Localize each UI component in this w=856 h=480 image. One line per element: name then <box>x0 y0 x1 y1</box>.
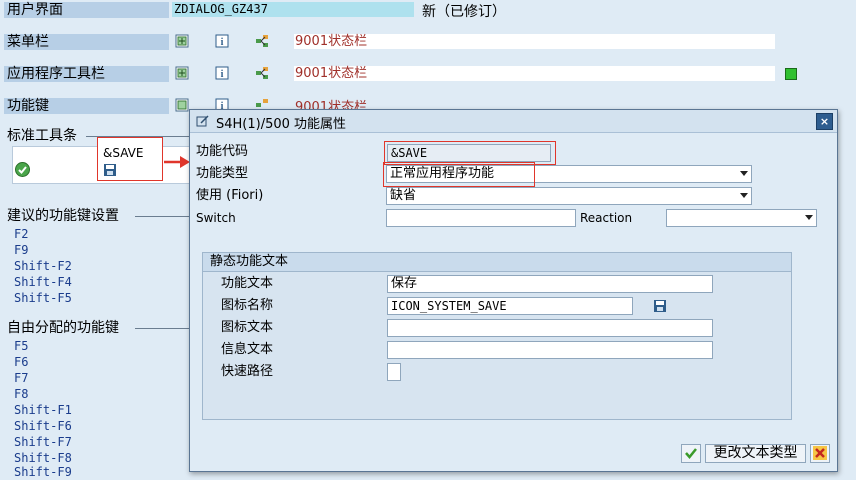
cancel-icon <box>813 446 827 460</box>
active-status-indicator <box>785 68 797 80</box>
recommended-key[interactable]: Shift-F4 <box>14 275 72 290</box>
usage-dropdown[interactable]: 缺省 <box>386 187 752 205</box>
save-function-cell[interactable]: &SAVE <box>97 137 163 181</box>
check-icon <box>685 448 697 459</box>
icon-name-field[interactable]: ICON_SYSTEM_SAVE <box>387 297 633 315</box>
display-icon[interactable] <box>175 34 189 48</box>
status-text: 新（已修订） <box>422 4 506 20</box>
chevron-down-icon[interactable] <box>805 215 813 220</box>
switch-label: Switch <box>196 211 236 225</box>
menu-bar-status[interactable]: 9001状态栏 <box>294 34 775 49</box>
free-key[interactable]: Shift-F7 <box>14 435 72 450</box>
confirm-button[interactable] <box>681 444 701 463</box>
info-icon[interactable]: i <box>215 66 229 80</box>
arrow-right-icon <box>164 156 190 168</box>
hierarchy-icon[interactable] <box>255 66 269 80</box>
function-text-label: 功能文本 <box>221 276 274 291</box>
svg-text:i: i <box>221 69 224 80</box>
free-key[interactable]: F8 <box>14 387 28 402</box>
function-code-label: 功能代码 <box>196 144 249 159</box>
save-icon <box>104 164 116 176</box>
function-attributes-dialog: S4H(1)/500 功能属性 × 功能代码 &SAVE 功能类型 正常应用程序… <box>189 109 838 472</box>
standard-toolbar-label: 标准工具条 <box>7 128 77 144</box>
user-interface-label: 用户界面 <box>4 2 169 18</box>
free-key[interactable]: F5 <box>14 339 28 354</box>
free-key[interactable]: Shift-F6 <box>14 419 72 434</box>
icon-name-label: 图标名称 <box>221 298 274 313</box>
check-icon[interactable] <box>15 162 30 177</box>
reaction-label: Reaction <box>580 211 633 225</box>
static-group-title: 静态功能文本 <box>210 254 289 269</box>
fastpath-label: 快速路径 <box>221 364 274 379</box>
dialog-title-bar[interactable]: S4H(1)/500 功能属性 × <box>190 110 837 133</box>
free-key[interactable]: F7 <box>14 371 28 386</box>
change-text-type-button[interactable]: 更改文本类型 <box>705 444 806 463</box>
app-toolbar-label: 应用程序工具栏 <box>4 66 169 82</box>
recommended-key[interactable]: Shift-F2 <box>14 259 72 274</box>
usage-label: 使用 (Fiori) <box>196 188 264 203</box>
menu-bar-label: 菜单栏 <box>4 34 169 50</box>
usage-value: 缺省 <box>390 188 417 203</box>
program-name-field: ZDIALOG_GZ437 <box>172 2 414 17</box>
dialog-title: S4H(1)/500 功能属性 <box>216 117 347 132</box>
free-key[interactable]: Shift-F9 <box>14 465 72 480</box>
function-code-cell: &SAVE <box>103 146 144 160</box>
recommended-key[interactable]: Shift-F5 <box>14 291 72 306</box>
recommended-key[interactable]: F9 <box>14 243 28 258</box>
display-icon[interactable] <box>175 98 189 112</box>
icon-text-field[interactable] <box>387 319 713 337</box>
info-text-field[interactable] <box>387 341 713 359</box>
fastpath-field[interactable] <box>387 363 401 381</box>
info-text-label: 信息文本 <box>221 342 274 357</box>
app-toolbar-status[interactable]: 9001状态栏 <box>294 66 775 81</box>
info-icon[interactable]: i <box>215 34 229 48</box>
reaction-dropdown[interactable] <box>666 209 817 227</box>
free-key[interactable]: Shift-F1 <box>14 403 72 418</box>
close-button[interactable]: × <box>816 113 833 130</box>
svg-text:i: i <box>221 37 224 48</box>
function-text-field[interactable]: 保存 <box>387 275 713 293</box>
highlight-box <box>383 162 535 187</box>
display-icon[interactable] <box>175 66 189 80</box>
free-key[interactable]: Shift-F8 <box>14 451 72 466</box>
edit-icon <box>196 115 209 127</box>
switch-field[interactable] <box>386 209 576 227</box>
recommended-key[interactable]: F2 <box>14 227 28 242</box>
hierarchy-icon[interactable] <box>255 34 269 48</box>
static-text-group: 静态功能文本 功能文本 保存 图标名称 ICON_SYSTEM_SAVE 图标文… <box>202 252 792 420</box>
recommended-keys-label: 建议的功能键设置 <box>7 208 119 224</box>
cancel-button[interactable] <box>810 444 830 463</box>
free-key[interactable]: F6 <box>14 355 28 370</box>
save-icon[interactable] <box>653 299 667 313</box>
free-keys-label: 自由分配的功能键 <box>7 320 119 336</box>
chevron-down-icon[interactable] <box>740 171 748 176</box>
icon-text-label: 图标文本 <box>221 320 274 335</box>
function-keys-label: 功能键 <box>4 98 169 114</box>
function-type-label: 功能类型 <box>196 166 249 181</box>
chevron-down-icon[interactable] <box>740 193 748 198</box>
